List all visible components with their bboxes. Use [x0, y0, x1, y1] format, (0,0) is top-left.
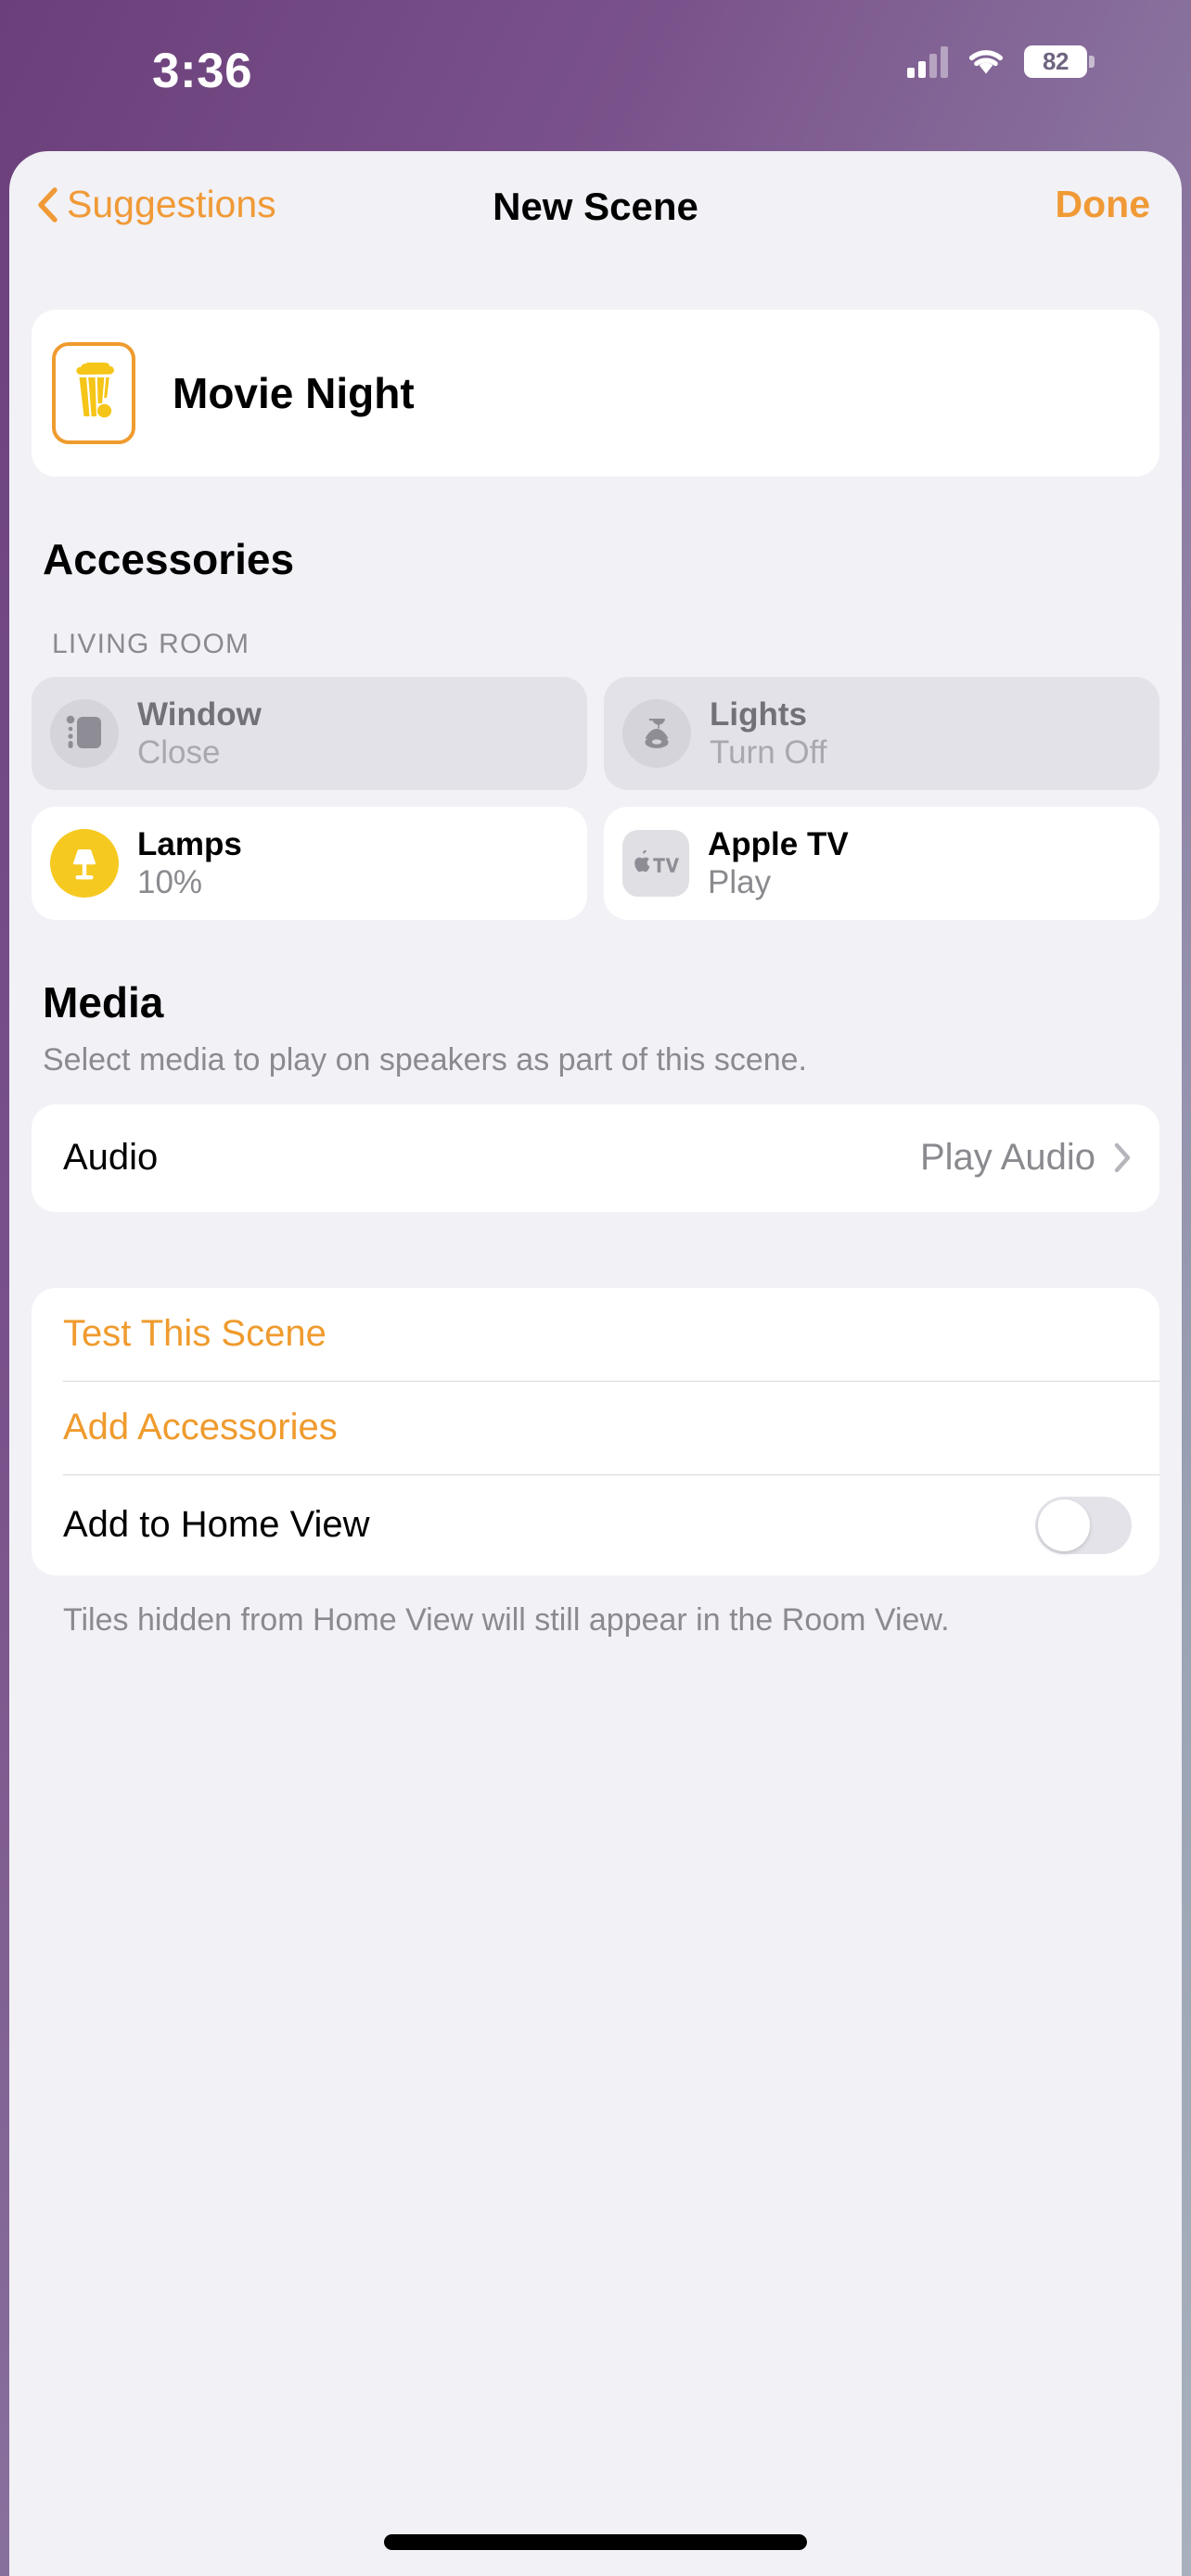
table-lamp-icon — [50, 829, 119, 898]
audio-value: Play Audio — [919, 1137, 1095, 1178]
media-heading: Media — [43, 978, 164, 1027]
page-title: New Scene — [493, 185, 698, 228]
window-covering-icon — [50, 699, 119, 768]
accessories-heading: Accessories — [43, 535, 295, 583]
audio-label: Audio — [63, 1137, 159, 1178]
accessory-tile-text: Window Close — [137, 695, 262, 772]
accessory-tile-apple-tv[interactable]: Apple TV Play — [604, 807, 1159, 920]
pendant-light-icon — [622, 699, 691, 768]
status-bar-indicators: 82 — [907, 45, 1095, 78]
accessory-state: Play — [708, 864, 772, 900]
status-bar-time: 3:36 — [152, 44, 253, 98]
home-view-footnote: Tiles hidden from Home View will still a… — [63, 1601, 950, 1638]
wifi-icon — [966, 45, 1006, 77]
add-accessories-button[interactable]: Add Accessories — [32, 1382, 1159, 1474]
accessory-name: Window — [137, 695, 262, 733]
accessory-state: Close — [137, 734, 221, 771]
accessory-tile-text: Apple TV Play — [708, 825, 849, 902]
test-this-scene-label: Test This Scene — [63, 1313, 327, 1354]
navigation-bar: Suggestions New Scene Done — [9, 151, 1182, 258]
accessory-tile-lights[interactable]: Lights Turn Off — [604, 677, 1159, 790]
scene-name-value[interactable]: Movie Night — [173, 368, 415, 418]
accessory-tile-text: Lamps 10% — [137, 825, 242, 902]
audio-row[interactable]: Audio Play Audio — [32, 1103, 1159, 1212]
accessory-state: 10% — [137, 864, 203, 900]
accessory-tile-text: Lights Turn Off — [710, 695, 826, 772]
media-description: Select media to play on speakers as part… — [43, 1042, 808, 1078]
add-accessories-label: Add Accessories — [63, 1407, 338, 1447]
done-button[interactable]: Done — [1056, 183, 1151, 226]
chevron-right-icon — [1114, 1142, 1132, 1173]
battery-icon: 82 — [1024, 45, 1095, 78]
accessory-name: Apple TV — [708, 825, 849, 862]
cellular-bars-icon — [907, 45, 948, 78]
scene-name-card[interactable]: Movie Night — [32, 310, 1159, 477]
accessory-tile-lamps[interactable]: Lamps 10% — [32, 807, 587, 920]
popcorn-icon — [70, 359, 117, 425]
accessory-state: Turn Off — [710, 734, 827, 771]
accessory-tile-window[interactable]: Window Close — [32, 677, 587, 790]
iphone-screen: 3:36 82 Suggestions New Scene Done Movie… — [0, 0, 1191, 2576]
scene-icon-button[interactable] — [52, 342, 135, 444]
accessory-name: Lamps — [137, 825, 242, 862]
apple-tv-icon — [622, 830, 689, 897]
test-this-scene-button[interactable]: Test This Scene — [32, 1288, 1159, 1381]
scene-actions-card: Test This Scene Add Accessories Add to H… — [32, 1287, 1159, 1575]
room-group-label: LIVING ROOM — [52, 629, 250, 659]
add-to-home-view-row[interactable]: Add to Home View — [32, 1475, 1159, 1575]
accessory-name: Lights — [710, 695, 807, 733]
battery-percent: 82 — [1043, 46, 1069, 75]
new-scene-sheet: Suggestions New Scene Done Movie Night A… — [9, 151, 1182, 2576]
status-bar: 3:36 82 — [0, 0, 1191, 158]
add-to-home-view-toggle[interactable] — [1035, 1496, 1132, 1554]
home-indicator[interactable] — [384, 2534, 807, 2550]
scene-editor-content: Movie Night Accessories LIVING ROOM Wind… — [9, 310, 1182, 1640]
audio-value-group: Play Audio — [920, 1137, 1132, 1179]
toggle-knob — [1038, 1498, 1090, 1551]
accessories-grid: Window Close Lights Turn Off Lamps 10% A… — [32, 677, 1159, 920]
add-to-home-view-label: Add to Home View — [63, 1504, 370, 1545]
